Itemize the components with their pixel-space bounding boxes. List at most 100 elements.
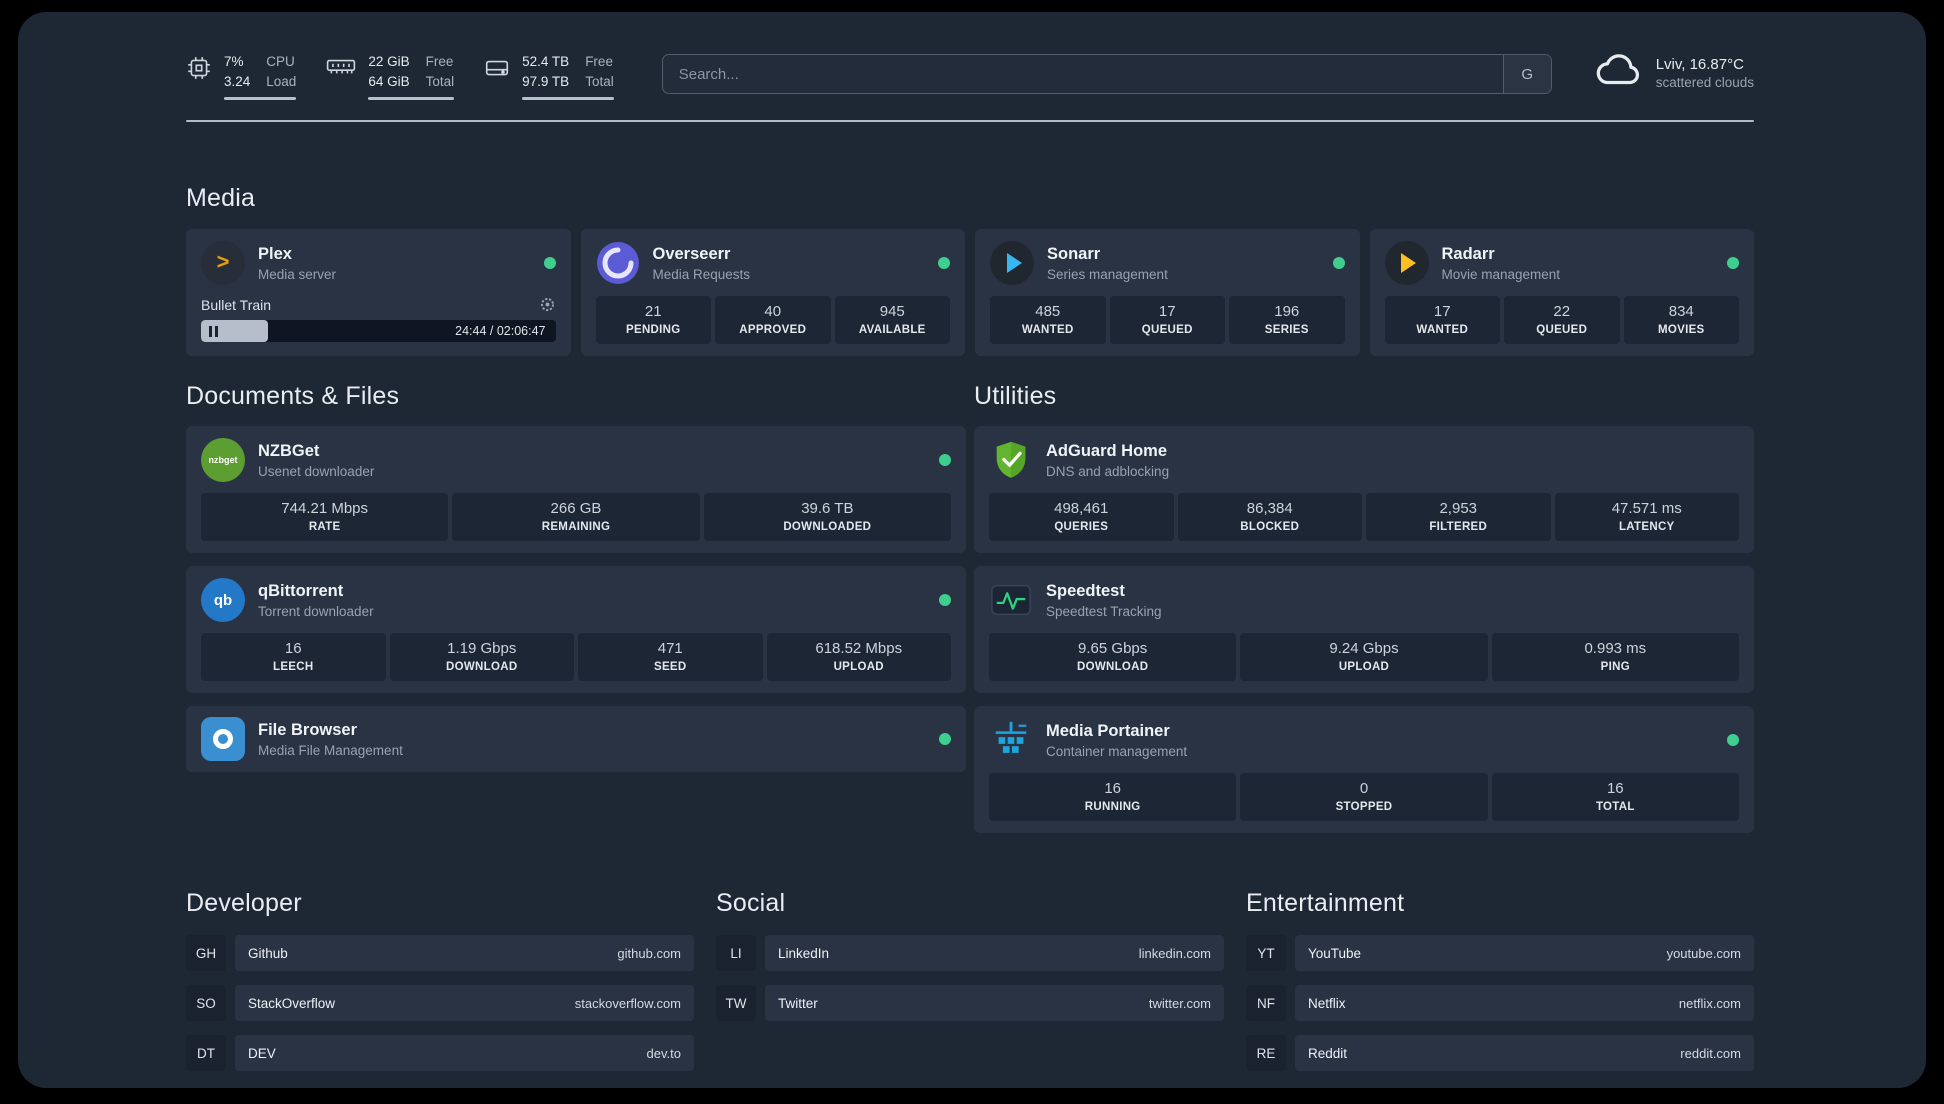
app-name: File Browser [258, 720, 358, 739]
stat-remaining: 266 GB REMAINING [452, 493, 700, 542]
card-radarr[interactable]: Radarr Movie management 17 WANTED 22 QUEUE… [1369, 229, 1754, 357]
bookmark-abbr: DT [186, 1035, 226, 1072]
app-desc: Container management [1046, 743, 1188, 759]
bookmark-group-developer: Developer GH Github github.com SO StackO… [186, 889, 694, 1085]
card-portainer[interactable]: Media Portainer Container management 16 R… [974, 706, 1754, 834]
bookmark-link[interactable]: StackOverflow stackoverflow.com [235, 985, 694, 1022]
card-qbittorrent[interactable]: qb qBittorrent Torrent downloader 16 LEEC… [186, 566, 966, 694]
app-desc: Movie management [1441, 266, 1561, 282]
memory-total: 64 GiB [368, 73, 410, 89]
search-bar: G [661, 54, 1552, 94]
disk-icon [484, 55, 510, 86]
card-nzbget[interactable]: nzbget NZBGet Usenet downloader 744.21 M… [186, 426, 966, 554]
app-name: Overseerr [652, 244, 731, 263]
app-name: Speedtest [1046, 581, 1125, 600]
stat-ping: 0.993 ms PING [1491, 633, 1739, 682]
stat-blocked: 86,384 BLOCKED [1177, 493, 1362, 542]
section-title-documents: Documents & Files [186, 382, 400, 411]
bookmark-abbr: RE [1246, 1035, 1286, 1072]
app-name: Plex [258, 244, 292, 263]
disk-bar [522, 97, 614, 101]
section-title-developer: Developer [186, 889, 302, 918]
stat-download: 9.65 Gbps DOWNLOAD [989, 633, 1237, 682]
card-speedtest[interactable]: Speedtest Speedtest Tracking 9.65 Gbps DO… [974, 566, 1754, 694]
gear-icon[interactable] [539, 296, 556, 313]
bookmark-group-entertainment: Entertainment YT YouTube youtube.com NF … [1246, 889, 1754, 1085]
playback-progress-bar[interactable]: 24:44 / 02:06:47 [201, 320, 556, 343]
app-desc: Media server [258, 266, 337, 282]
qbittorrent-icon: qb [201, 578, 245, 623]
app-desc: Usenet downloader [258, 463, 375, 479]
bookmark-link[interactable]: LinkedIn linkedin.com [765, 935, 1224, 972]
pause-icon[interactable] [209, 325, 218, 337]
app-name: NZBGet [258, 441, 320, 460]
memory-free: 22 GiB [368, 54, 410, 69]
stat-upload: 618.52 Mbps UPLOAD [766, 633, 951, 682]
bookmark-youtube: YT YouTube youtube.com [1246, 935, 1754, 972]
card-filebrowser[interactable]: File Browser Media File Management [186, 706, 966, 773]
dashboard: 7% 3.24 CPU Load 22 GiB 64 GiB Free Total [18, 12, 1926, 1088]
stat-upload: 9.24 Gbps UPLOAD [1240, 633, 1488, 682]
bookmarks: Developer GH Github github.com SO StackO… [186, 889, 1754, 1085]
search-provider-button[interactable]: G [1502, 55, 1551, 93]
bookmark-abbr: GH [186, 935, 226, 972]
radarr-icon [1384, 241, 1429, 286]
search-input[interactable] [662, 55, 1503, 93]
nzbget-icon: nzbget [201, 438, 245, 483]
app-desc: Torrent downloader [258, 603, 374, 619]
stat-series: 196 SERIES [1229, 296, 1345, 345]
stat-wanted: 17 WANTED [1384, 296, 1500, 345]
status-dot [939, 733, 951, 746]
bookmark-link[interactable]: YouTube youtube.com [1295, 935, 1754, 972]
status-dot [543, 257, 556, 270]
stat-wanted: 485 WANTED [990, 296, 1106, 345]
card-adguard[interactable]: AdGuard Home DNS and adblocking 498,461 Q… [974, 426, 1754, 554]
adguard-icon [989, 438, 1033, 482]
stat-queries: 498,461 QUERIES [989, 493, 1174, 542]
stat-seed: 471 SEED [578, 633, 763, 682]
bookmark-link[interactable]: Github github.com [235, 935, 694, 972]
status-dot [938, 257, 950, 270]
card-overseerr[interactable]: Overseerr Media Requests 21 PENDING 40 APP… [580, 229, 965, 357]
stat-latency: 47.571 ms LATENCY [1554, 493, 1739, 542]
bookmark-link[interactable]: DEV dev.to [235, 1035, 694, 1072]
cpu-bar [224, 97, 297, 101]
bookmark-abbr: SO [186, 985, 226, 1022]
stat-running: 16 RUNNING [989, 773, 1237, 822]
stat-rate: 744.21 Mbps RATE [201, 493, 449, 542]
memory-bar [368, 97, 455, 101]
stat-available: 945 AVAILABLE [834, 296, 950, 345]
documents-column: Documents & Files nzbget NZBGet Usenet d… [186, 382, 966, 833]
memory-monitor: 22 GiB 64 GiB Free Total [326, 52, 455, 101]
status-dot [1727, 734, 1739, 747]
cpu-icon [186, 55, 212, 86]
memory-label-1: Free [425, 54, 454, 69]
memory-label-2: Total [425, 73, 455, 89]
card-plex[interactable]: > Plex Media server Bullet Train 24:44 /… [186, 229, 571, 357]
stat-movies: 834 MOVIES [1623, 296, 1739, 345]
app-desc: Media Requests [652, 266, 751, 282]
bookmark-link[interactable]: Twitter twitter.com [765, 985, 1224, 1022]
cpu-label-1: CPU [266, 54, 295, 69]
cpu-label-2: Load [266, 73, 297, 89]
playback-time: 24:44 / 02:06:47 [455, 324, 546, 339]
bookmark-group-social: Social LI LinkedIn linkedin.com TW Twitt… [716, 889, 1224, 1085]
bookmark-netflix: NF Netflix netflix.com [1246, 985, 1754, 1022]
disk-total: 97.9 TB [522, 73, 570, 89]
app-desc: Series management [1047, 266, 1168, 282]
bookmark-dev: DT DEV dev.to [186, 1035, 694, 1072]
app-name: qBittorrent [258, 581, 344, 600]
card-sonarr[interactable]: Sonarr Series management 485 WANTED 17 QUE… [975, 229, 1360, 357]
weather-widget: Lviv, 16.87°C scattered clouds [1594, 52, 1754, 93]
sonarr-icon [990, 241, 1034, 286]
stat-queued: 22 QUEUED [1504, 296, 1620, 345]
stat-download: 1.19 Gbps DOWNLOAD [389, 633, 574, 682]
bookmark-link[interactable]: Reddit reddit.com [1295, 1035, 1754, 1072]
bookmark-github: GH Github github.com [186, 935, 694, 972]
stat-filtered: 2,953 FILTERED [1366, 493, 1551, 542]
system-monitors: 7% 3.24 CPU Load 22 GiB 64 GiB Free Total [186, 52, 614, 101]
app-name: Sonarr [1047, 244, 1101, 263]
app-name: Radarr [1441, 244, 1495, 263]
bookmark-link[interactable]: Netflix netflix.com [1295, 985, 1754, 1022]
now-playing-title: Bullet Train [201, 296, 272, 313]
